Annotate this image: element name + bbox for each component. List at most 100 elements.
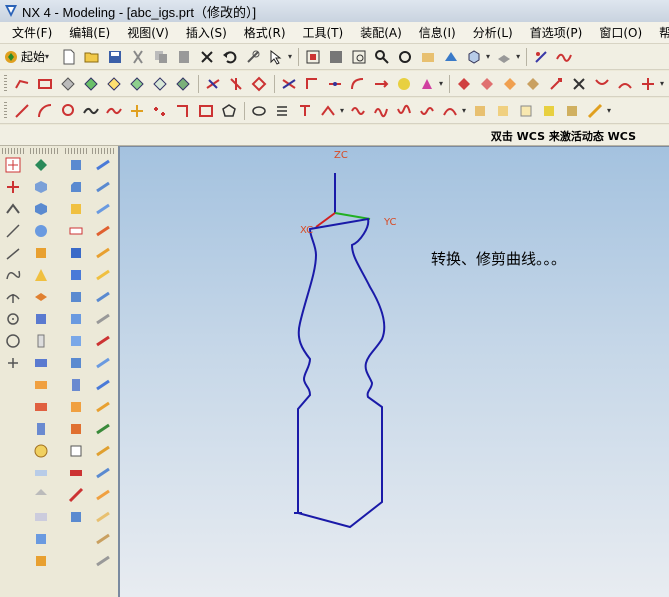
model-view[interactable] (120, 147, 669, 597)
zoom-button[interactable] (371, 47, 392, 67)
fillet-surface-button[interactable] (92, 440, 114, 462)
simplify-curve-button[interactable] (57, 74, 78, 94)
copy-button[interactable] (150, 47, 171, 67)
split-body-button[interactable] (30, 528, 52, 550)
menu-window[interactable]: 窗口(O) (599, 24, 642, 41)
law-extension-button[interactable] (545, 74, 566, 94)
trim-corner-button[interactable] (301, 74, 322, 94)
curve-analysis-1-button[interactable] (347, 101, 368, 121)
wrap-curve-button[interactable] (172, 74, 193, 94)
trimmed-sheet-button[interactable] (499, 74, 520, 94)
promote-button[interactable] (65, 440, 87, 462)
menu-preferences[interactable]: 首选项(P) (530, 24, 583, 41)
offset-face-button[interactable] (476, 74, 497, 94)
tube-button[interactable] (30, 330, 52, 352)
layer-button[interactable] (493, 47, 514, 67)
global-shape-button[interactable] (92, 462, 114, 484)
repeat-button[interactable] (242, 47, 263, 67)
surface-analysis-1-button[interactable] (469, 101, 490, 121)
revolve-button[interactable] (30, 198, 52, 220)
curve-analysis-4-button[interactable] (416, 101, 437, 121)
line-button[interactable] (11, 101, 32, 121)
law-surface-button[interactable] (92, 330, 114, 352)
surface-analysis-3-button[interactable] (515, 101, 536, 121)
sew-surface-button[interactable] (92, 418, 114, 440)
trim-surface-button[interactable] (92, 396, 114, 418)
line-angle-button[interactable] (2, 242, 24, 264)
chevron-down-icon[interactable]: ▾ (486, 52, 490, 61)
menu-file[interactable]: 文件(F) (12, 24, 52, 41)
surface-analysis-6-button[interactable] (584, 101, 605, 121)
surface-analysis-5-button[interactable] (561, 101, 582, 121)
spline-button[interactable] (80, 101, 101, 121)
chevron-down-icon[interactable]: ▾ (607, 106, 611, 115)
replace-face-button[interactable] (65, 506, 87, 528)
through-mesh-button[interactable] (92, 176, 114, 198)
graphics-window[interactable]: ZC YC XC 转换、修剪曲线。。。 (118, 146, 669, 597)
section-surface-button[interactable] (92, 308, 114, 330)
menu-insert[interactable]: 插入(S) (186, 24, 227, 41)
patch-button[interactable] (637, 74, 658, 94)
thread-button[interactable] (30, 440, 52, 462)
intersect-button[interactable] (65, 286, 87, 308)
shell-button[interactable] (65, 198, 87, 220)
menu-edit[interactable]: 编辑(E) (69, 24, 110, 41)
fillet-button[interactable] (172, 101, 193, 121)
curve-analysis-3-button[interactable] (393, 101, 414, 121)
zoom-window-button[interactable] (325, 47, 346, 67)
sphere-button[interactable] (30, 220, 52, 242)
circle-radius-button[interactable] (2, 330, 24, 352)
mirror-body-button[interactable] (30, 484, 52, 506)
chevron-down-icon[interactable]: ▾ (288, 52, 292, 61)
view-orient-button[interactable] (463, 47, 484, 67)
pad-button[interactable] (30, 374, 52, 396)
n-sided-button[interactable] (92, 242, 114, 264)
edit-curve-length-button[interactable] (370, 74, 391, 94)
rotate-button[interactable] (394, 47, 415, 67)
undo-button[interactable] (219, 47, 240, 67)
studio-spline-button[interactable] (103, 101, 124, 121)
boss-button[interactable] (30, 308, 52, 330)
sketch-feature-button[interactable] (30, 154, 52, 176)
stretch-curve-button[interactable] (393, 74, 414, 94)
surface-analysis-2-button[interactable] (492, 101, 513, 121)
surface-color-button[interactable] (92, 506, 114, 528)
conic-button[interactable] (317, 101, 338, 121)
sew-button[interactable] (614, 74, 635, 94)
join-curve-button[interactable] (80, 74, 101, 94)
cross-point-button[interactable] (2, 352, 24, 374)
wcs-y-axis[interactable] (334, 212, 371, 220)
bounded-plane-button[interactable] (92, 264, 114, 286)
point-button[interactable] (126, 101, 147, 121)
extension-surface-button[interactable] (92, 374, 114, 396)
line-tool-button[interactable] (2, 220, 24, 242)
pan-button[interactable] (417, 47, 438, 67)
chevron-down-icon[interactable]: ▾ (439, 79, 443, 88)
subtract-button[interactable] (65, 264, 87, 286)
helix-button[interactable] (271, 101, 292, 121)
point-type-button[interactable] (2, 176, 24, 198)
divide-curve-button[interactable] (324, 74, 345, 94)
styled-blend-button[interactable] (92, 286, 114, 308)
snap-point-button[interactable] (2, 154, 24, 176)
menu-assemblies[interactable]: 装配(A) (360, 24, 402, 41)
circle-button[interactable] (57, 101, 78, 121)
chevron-down-icon[interactable]: ▾ (340, 106, 344, 115)
thicken-button[interactable] (65, 462, 87, 484)
select-button[interactable] (265, 47, 286, 67)
arc-center-button[interactable] (2, 286, 24, 308)
pocket-button[interactable] (30, 352, 52, 374)
surface-fill-button[interactable] (92, 528, 114, 550)
offset-curve-button[interactable] (11, 74, 32, 94)
mirror-curve-button[interactable] (149, 74, 170, 94)
intersect-curve-button[interactable] (202, 74, 223, 94)
shaded-button[interactable] (440, 47, 461, 67)
slot-button[interactable] (30, 396, 52, 418)
untrim-button[interactable] (591, 74, 612, 94)
point-set-button[interactable] (149, 101, 170, 121)
curve-color-button[interactable] (416, 74, 437, 94)
save-button[interactable] (104, 47, 125, 67)
circle-tool-button[interactable] (2, 308, 24, 330)
profile-curve[interactable] (297, 217, 386, 529)
text-button[interactable] (294, 101, 315, 121)
